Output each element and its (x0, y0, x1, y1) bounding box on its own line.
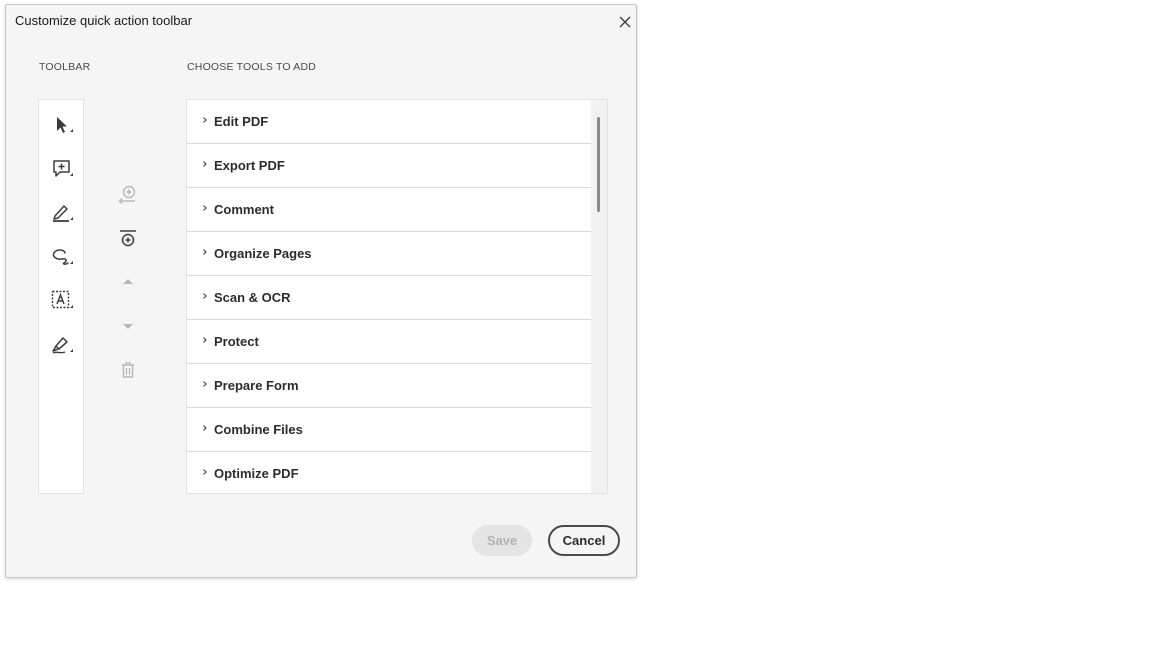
tool-groups-list: Edit PDF Export PDF Comment Organize Pag… (186, 99, 608, 494)
tool-group-export-pdf[interactable]: Export PDF (187, 144, 591, 188)
tool-group-protect[interactable]: Protect (187, 320, 591, 364)
tool-group-label: Export PDF (214, 158, 285, 173)
add-divider-button[interactable] (116, 227, 140, 251)
tool-group-optimize-pdf[interactable]: Optimize PDF (187, 452, 591, 493)
highlight-pen-icon (53, 205, 73, 222)
save-button[interactable]: Save (472, 525, 532, 556)
close-icon (619, 16, 631, 28)
chevron-right-icon (203, 425, 207, 431)
chevron-right-icon (203, 381, 207, 387)
customize-toolbar-dialog: Customize quick action toolbar TOOLBAR C… (5, 4, 637, 578)
toolbar-tool-highlight[interactable] (49, 200, 75, 226)
chevron-right-icon (203, 469, 207, 475)
toolbar-tool-sign[interactable] (49, 332, 75, 358)
add-divider-icon (120, 230, 136, 247)
tools-heading: CHOOSE TOOLS TO ADD (187, 61, 317, 73)
tool-group-label: Scan & OCR (214, 290, 291, 305)
chevron-right-icon (203, 249, 207, 255)
tool-group-label: Prepare Form (214, 378, 299, 393)
toolbar-tools-list (38, 99, 84, 494)
tool-group-scan-ocr[interactable]: Scan & OCR (187, 276, 591, 320)
tool-group-combine-files[interactable]: Combine Files (187, 408, 591, 452)
move-down-button[interactable] (116, 314, 140, 338)
delete-button[interactable] (116, 358, 140, 382)
add-comment-icon (53, 160, 73, 177)
move-up-icon (123, 279, 133, 284)
tool-group-organize-pages[interactable]: Organize Pages (187, 232, 591, 276)
close-button[interactable] (614, 11, 636, 33)
text-box-icon (51, 290, 73, 309)
chevron-right-icon (203, 205, 207, 211)
chevron-right-icon (203, 337, 207, 343)
scrollbar-thumb[interactable] (597, 117, 600, 212)
toolbar-tool-textbox[interactable] (49, 288, 75, 314)
tool-group-label: Optimize PDF (214, 466, 299, 481)
chevron-right-icon (203, 293, 207, 299)
tool-group-label: Edit PDF (214, 114, 269, 129)
delete-icon (122, 362, 134, 378)
tool-group-label: Organize Pages (214, 246, 312, 261)
sign-pen-icon (52, 337, 73, 354)
dialog-titlebar: Customize quick action toolbar (6, 5, 636, 37)
tool-group-label: Combine Files (214, 422, 303, 437)
tool-group-label: Comment (214, 202, 274, 217)
tool-group-edit-pdf[interactable]: Edit PDF (187, 100, 591, 144)
add-to-toolbar-icon (118, 185, 136, 204)
select-arrow-icon (57, 117, 73, 133)
move-down-icon (123, 324, 133, 329)
dialog-title: Customize quick action toolbar (15, 13, 193, 28)
chevron-right-icon (203, 161, 207, 167)
toolbar-tool-comment[interactable] (49, 156, 75, 182)
tool-group-prepare-form[interactable]: Prepare Form (187, 364, 591, 408)
cancel-button[interactable]: Cancel (548, 525, 620, 556)
chevron-right-icon (203, 117, 207, 123)
tool-group-label: Protect (214, 334, 259, 349)
tool-group-comment[interactable]: Comment (187, 188, 591, 232)
add-to-toolbar-button[interactable] (116, 182, 140, 206)
toolbar-tool-select[interactable] (49, 112, 75, 138)
toolbar-heading: TOOLBAR (39, 61, 91, 73)
toolbar-tool-draw[interactable] (49, 244, 75, 270)
move-up-button[interactable] (116, 269, 140, 293)
freehand-draw-icon (52, 249, 73, 265)
